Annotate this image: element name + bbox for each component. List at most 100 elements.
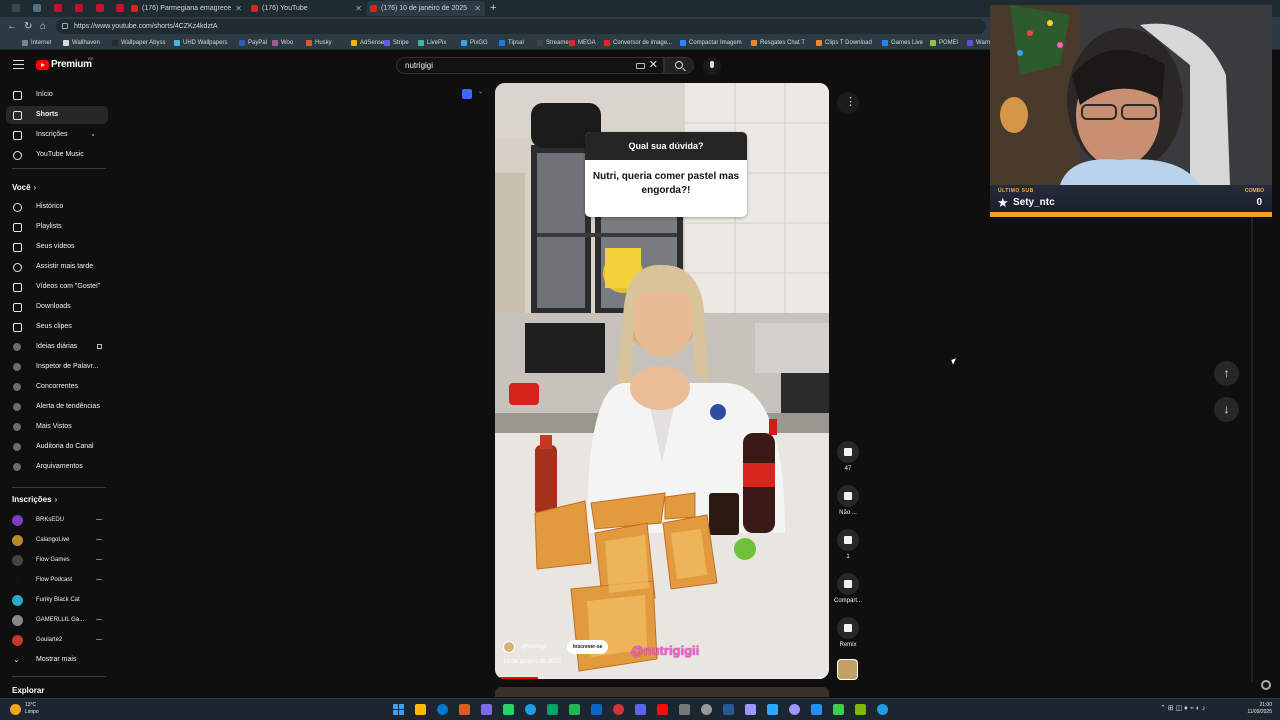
- bookmark-item[interactable]: Internet: [22, 36, 51, 50]
- close-tab-icon[interactable]: ✕: [355, 1, 362, 16]
- show-more-button[interactable]: ⌄ Mostrar mais: [6, 651, 108, 669]
- bookmark-item[interactable]: MEGA: [569, 36, 596, 50]
- keyboard-icon[interactable]: [636, 63, 645, 69]
- chevron-down-icon[interactable]: ⌄: [478, 88, 483, 95]
- sidebar-item-you-12[interactable]: Auditoria do Canal: [6, 438, 108, 456]
- bookmark-item[interactable]: Conversor de image...: [604, 36, 672, 50]
- taskbar-app-icon[interactable]: [811, 704, 822, 715]
- pinned-tab[interactable]: [116, 4, 124, 12]
- taskbar-app-icon[interactable]: [789, 704, 800, 715]
- you-heading[interactable]: Você ›: [12, 183, 36, 192]
- next-short-button[interactable]: ↓: [1214, 397, 1239, 422]
- taskbar-app-icon[interactable]: [613, 704, 624, 715]
- bookmark-item[interactable]: Streamer: [537, 36, 571, 50]
- sidebar-item-you-4[interactable]: Vídeos com "Gostei": [6, 278, 108, 296]
- windows-start-icon[interactable]: [393, 704, 404, 715]
- taskbar-app-icon[interactable]: [525, 704, 536, 715]
- taskbar-app-icon[interactable]: [503, 704, 514, 715]
- search-input[interactable]: nutrigigi ✕: [396, 57, 664, 74]
- sidebar-item-you-11[interactable]: Mais Vistos: [6, 418, 108, 436]
- bookmark-item[interactable]: Wallhaven: [63, 36, 100, 50]
- new-tab-button[interactable]: +: [490, 0, 496, 16]
- pinned-tab[interactable]: [54, 4, 62, 12]
- browser-tab-3[interactable]: (176) 10 de janeiro de 2025 ✕: [367, 1, 485, 16]
- next-short-preview[interactable]: [495, 687, 829, 697]
- weather-icon[interactable]: [10, 704, 21, 715]
- taskbar-app-icon[interactable]: [701, 704, 712, 715]
- sidebar-item-you-5[interactable]: Downloads: [6, 298, 108, 316]
- bookmark-item[interactable]: Husky: [306, 36, 332, 50]
- sidebar-item-you-7[interactable]: Ideias diárias: [6, 338, 108, 356]
- sidebar-item-you-9[interactable]: Concorrentes: [6, 378, 108, 396]
- bookmark-item[interactable]: Wallpaper Abyss: [112, 36, 165, 50]
- bookmark-item[interactable]: PayPal: [239, 36, 267, 50]
- taskbar-app-icon[interactable]: [855, 704, 866, 715]
- system-tray[interactable]: ⌃ ⊞ ◫ ♦ ⌁ ◐ ♪: [1160, 704, 1206, 712]
- taskbar-app-icon[interactable]: [877, 704, 888, 715]
- clear-search-icon[interactable]: ✕: [649, 58, 658, 73]
- bookmark-item[interactable]: Games Live: [882, 36, 923, 50]
- bookmark-item[interactable]: Stripe: [384, 36, 409, 50]
- remix-button[interactable]: Remix: [832, 617, 864, 648]
- browser-tab-2[interactable]: (176) YouTube ✕: [248, 1, 366, 16]
- more-options-button[interactable]: [837, 92, 859, 114]
- weather-widget[interactable]: 13°C Limpo: [25, 702, 39, 716]
- sidebar-item-you-0[interactable]: Histórico: [6, 198, 108, 216]
- reload-icon[interactable]: ↻: [24, 19, 32, 34]
- subscription-item[interactable]: Flow Games: [6, 551, 108, 569]
- previous-short-button[interactable]: ↑: [1214, 361, 1239, 386]
- bookmark-item[interactable]: Warn: [967, 36, 990, 50]
- sidebar-item-home[interactable]: Início: [6, 86, 108, 104]
- taskbar-app-icon[interactable]: [481, 704, 492, 715]
- back-icon[interactable]: ←: [7, 19, 17, 34]
- taskbar-app-icon[interactable]: [547, 704, 558, 715]
- share-button[interactable]: Compart...: [832, 573, 864, 604]
- pinned-tab[interactable]: [96, 4, 104, 12]
- close-tab-icon[interactable]: ✕: [235, 1, 242, 16]
- sidebar-item-shorts[interactable]: Shorts: [6, 106, 108, 124]
- subscription-item[interactable]: GAMERLLIL Ga...: [6, 611, 108, 629]
- sound-thumbnail[interactable]: [837, 659, 858, 680]
- taskbar-app-icon[interactable]: [569, 704, 580, 715]
- subscribe-button[interactable]: Inscrever-se: [567, 640, 609, 654]
- bookmark-item[interactable]: Compactar Imagem: [680, 36, 742, 50]
- taskbar-app-icon[interactable]: [459, 704, 470, 715]
- bookmark-item[interactable]: Woo: [272, 36, 293, 50]
- sidebar-item-you-13[interactable]: Arquivamentos: [6, 458, 108, 476]
- extension-badge-icon[interactable]: [462, 89, 472, 99]
- home-icon[interactable]: ⌂: [40, 19, 46, 34]
- sidebar-item-subscriptions[interactable]: Inscrições: [6, 126, 108, 144]
- taskbar-app-icon[interactable]: [723, 704, 734, 715]
- close-tab-icon[interactable]: ✕: [474, 1, 481, 16]
- dislike-button[interactable]: Não ...: [832, 485, 864, 516]
- sidebar-item-you-8[interactable]: Inspetor de Palavr...: [6, 358, 108, 376]
- subscriptions-heading[interactable]: Inscrições ›: [12, 495, 57, 504]
- shorts-video-player[interactable]: Qual sua dúvida? Nutri, queria comer pas…: [495, 83, 829, 679]
- voice-search-icon[interactable]: [703, 57, 721, 75]
- bookmark-item[interactable]: UHD Wallpapers: [174, 36, 227, 50]
- bookmark-item[interactable]: Clips T Download: [816, 36, 872, 50]
- sidebar-item-music[interactable]: YouTube Music: [6, 146, 108, 164]
- bookmark-item[interactable]: PixGG: [461, 36, 488, 50]
- bookmark-item[interactable]: Tipsal: [499, 36, 524, 50]
- sidebar-item-you-3[interactable]: Assistir mais tarde: [6, 258, 108, 276]
- comments-button[interactable]: 1: [832, 529, 864, 560]
- bookmark-item[interactable]: PGMEI: [930, 36, 958, 50]
- url-field[interactable]: https://www.youtube.com/shorts/4CZKz4kdz…: [56, 19, 986, 34]
- taskbar-app-icon[interactable]: [679, 704, 690, 715]
- taskbar-app-icon[interactable]: [591, 704, 602, 715]
- bookmark-item[interactable]: LivePix: [418, 36, 446, 50]
- like-button[interactable]: 47: [832, 441, 864, 472]
- taskbar-app-icon[interactable]: [415, 704, 426, 715]
- pinned-tab[interactable]: [12, 4, 20, 12]
- taskbar-app-icon[interactable]: [635, 704, 646, 715]
- clock[interactable]: 21:00 11/09/2025: [1238, 702, 1272, 716]
- subscription-item[interactable]: CalangoLive: [6, 531, 108, 549]
- sidebar-item-you-6[interactable]: Seus clipes: [6, 318, 108, 336]
- taskbar-app-icon[interactable]: [833, 704, 844, 715]
- channel-name[interactable]: @NutriGigii: [521, 639, 547, 655]
- sidebar-item-you-2[interactable]: Seus vídeos: [6, 238, 108, 256]
- video-progress-bar[interactable]: [495, 677, 829, 679]
- subscription-item[interactable]: Goularte2: [6, 631, 108, 649]
- taskbar-app-icon[interactable]: [745, 704, 756, 715]
